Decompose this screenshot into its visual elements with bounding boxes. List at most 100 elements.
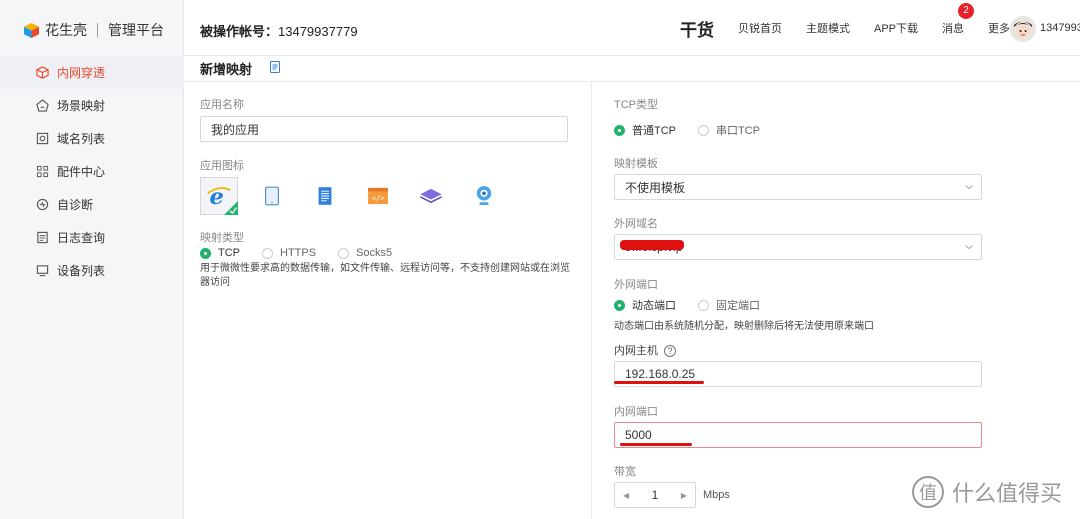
brand[interactable]: 花生壳 管理平台: [24, 20, 164, 40]
domain-icon: [36, 132, 49, 145]
avatar[interactable]: [1010, 16, 1036, 42]
device-icon: [36, 265, 49, 277]
underline-annotation: [620, 443, 692, 446]
sidebar-item-devices[interactable]: 设备列表: [0, 254, 184, 287]
bandwidth-label: 带宽: [614, 466, 636, 478]
radio-serial-tcp[interactable]: 串口TCP: [698, 122, 760, 138]
sidebar-item-intranet[interactable]: 内网穿透: [0, 56, 184, 89]
webcam-icon: [476, 186, 492, 205]
host-label-row: 内网主机?: [614, 342, 676, 358]
bandwidth-stepper[interactable]: ◀ 1 ▶: [614, 482, 696, 508]
header-logo-text[interactable]: 干货: [680, 16, 714, 41]
app-name-label: 应用名称: [200, 99, 244, 111]
radio-dot: [698, 124, 709, 136]
brand-platform: 管理平台: [108, 22, 164, 38]
app-icon-option-tablet[interactable]: [253, 177, 291, 215]
bandwidth-value: 1: [651, 488, 659, 502]
template-select[interactable]: 不使用模板: [614, 174, 982, 200]
nav-link-messages[interactable]: 消息 2: [942, 3, 975, 36]
peanut-logo-icon: [24, 22, 39, 38]
operated-account: 被操作帐号：13479937779: [200, 21, 358, 40]
nav-link-theme[interactable]: 主题模式: [806, 20, 850, 36]
code-icon: </>: [368, 187, 388, 205]
app-icon-option-code[interactable]: </>: [359, 177, 397, 215]
map-type-help: 用于微微性要求高的数据传输，如文件传输、远程访问等，不支持创建网站或在浏览器访问: [200, 263, 570, 288]
radio-label: 固定端口: [716, 300, 760, 312]
domain-label: 外网域名: [614, 218, 658, 230]
tcp-type-radios: 普通TCP 串口TCP: [614, 122, 782, 138]
watermark: 值 什么值得买: [912, 476, 1062, 508]
radio-dot: [614, 299, 625, 311]
watermark-text: 什么值得买: [952, 481, 1063, 506]
radio-label: 普通TCP: [632, 125, 676, 137]
watermark-logo-icon: 值: [912, 476, 944, 508]
sidebar-item-accessories[interactable]: 配件中心: [0, 155, 184, 188]
radio-dynamic-port[interactable]: 动态端口: [614, 297, 676, 313]
cube-icon: [36, 66, 49, 79]
page-titlebar: 新增映射: [184, 56, 1080, 80]
layers-icon: [420, 188, 442, 204]
app-icon-option-webcam[interactable]: [465, 177, 503, 215]
nav-link-app[interactable]: APP下载: [874, 20, 918, 36]
svg-text:</>: </>: [372, 194, 386, 203]
account-number: 13479937779: [278, 24, 358, 39]
brand-name: 花生壳: [45, 22, 87, 38]
app-icon-option-ie[interactable]: e: [200, 177, 238, 215]
radio-dot: [698, 299, 709, 311]
radio-label: HTTPS: [280, 247, 317, 259]
help-icon[interactable]: ?: [664, 345, 676, 357]
radio-dot: [200, 247, 211, 259]
messages-label: 消息: [942, 23, 965, 35]
app-icon-option-layers[interactable]: [412, 177, 450, 215]
sidebar: 花生壳 管理平台 内网穿透 场景映射 域名列表 配件中心 自诊断 日志查询 设备…: [0, 0, 184, 519]
sidebar-item-diagnose[interactable]: 自诊断: [0, 188, 184, 221]
user-avatar-icon: [1010, 16, 1036, 42]
radio-tcp[interactable]: TCP: [200, 247, 240, 259]
nav-link-more[interactable]: 更多: [988, 20, 1010, 36]
sidebar-nav: 内网穿透 场景映射 域名列表 配件中心 自诊断 日志查询 设备列表: [0, 56, 184, 287]
radio-dot: [614, 124, 625, 136]
username[interactable]: 13479937779: [1040, 22, 1080, 34]
sidebar-item-scene[interactable]: 场景映射: [0, 89, 184, 122]
port-help: 动态端口由系统随机分配，映射删除后将无法使用原来端口: [614, 321, 874, 332]
external-port-label: 外网端口: [614, 279, 658, 291]
increment-arrow-icon[interactable]: ▶: [681, 491, 687, 500]
sidebar-item-label: 域名列表: [57, 132, 106, 146]
radio-https[interactable]: HTTPS: [262, 247, 316, 259]
header-nav: 干货 贝锐首页 主题模式 APP下载 消息 2 更多: [680, 0, 1034, 56]
radio-fixed-port[interactable]: 固定端口: [698, 297, 760, 313]
radio-normal-tcp[interactable]: 普通TCP: [614, 122, 676, 138]
scene-icon: [36, 99, 49, 112]
redaction-mark: [620, 240, 684, 250]
map-type-radios: TCP HTTPS Socks5: [200, 247, 414, 259]
app-icon-label: 应用图标: [200, 160, 244, 172]
top-header: 被操作帐号：13479937779 干货 贝锐首页 主题模式 APP下载 消息 …: [184, 0, 1080, 56]
decrement-arrow-icon[interactable]: ◀: [623, 491, 629, 500]
sidebar-item-domains[interactable]: 域名列表: [0, 122, 184, 155]
radio-label: TCP: [218, 247, 240, 259]
map-type-label: 映射类型: [200, 232, 244, 244]
app-name-input[interactable]: 我的应用: [200, 116, 568, 142]
radio-label: Socks5: [356, 247, 393, 259]
diagnose-icon: [36, 198, 49, 211]
radio-socks5[interactable]: Socks5: [338, 247, 392, 259]
document-icon: [318, 187, 332, 205]
column-divider: [591, 82, 592, 519]
port-type-radios: 动态端口 固定端口: [614, 297, 782, 313]
app-icon-picker: e </>: [200, 177, 518, 215]
nav-link-home[interactable]: 贝锐首页: [738, 20, 782, 36]
tcp-type-label: TCP类型: [614, 99, 658, 111]
underline-annotation: [614, 381, 704, 384]
radio-dot: [262, 247, 273, 259]
tablet-icon: [265, 186, 279, 206]
account-label: 被操作帐号：: [200, 24, 279, 39]
page-title: 新增映射: [200, 62, 253, 77]
host-label: 内网主机: [614, 345, 658, 357]
app-window: 花生壳 管理平台 内网穿透 场景映射 域名列表 配件中心 自诊断 日志查询 设备…: [0, 0, 1080, 519]
app-icon-option-document[interactable]: [306, 177, 344, 215]
sidebar-item-logs[interactable]: 日志查询: [0, 221, 184, 254]
log-icon: [37, 231, 48, 244]
chevron-down-icon: [965, 185, 973, 190]
document-link-icon[interactable]: [270, 61, 280, 73]
chevron-down-icon: [965, 245, 973, 250]
